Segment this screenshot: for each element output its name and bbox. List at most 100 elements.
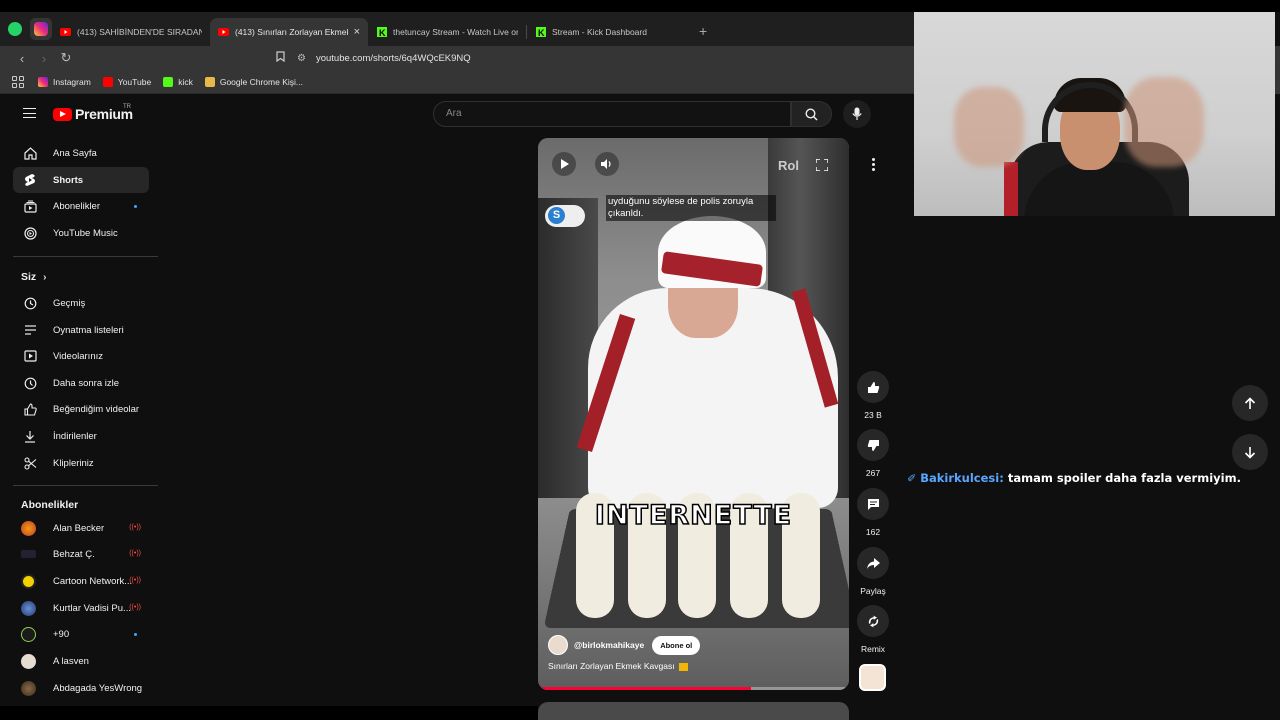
next-short-preview[interactable]	[538, 702, 849, 720]
remix-label: Remix	[860, 644, 886, 654]
scissors-icon	[23, 456, 37, 470]
video-caption-top: uyduğunu söylese de polis zoruyla çıkanl…	[606, 195, 776, 221]
sidebar-item-label: Videolarınız	[53, 350, 103, 362]
sidebar-item-shorts[interactable]: Shorts	[13, 167, 149, 193]
video-title-row[interactable]: Sınırları Zorlayan Ekmek Kavgası	[548, 661, 688, 671]
sidebar-item-youtube-music[interactable]: YouTube Music	[13, 220, 149, 246]
avatar	[21, 680, 36, 696]
remix-button[interactable]: Remix	[853, 605, 893, 654]
thumbs-up-icon	[867, 381, 879, 393]
tab-2-active[interactable]: (413) Sınırları Zorlayan Ekmek Ka ×	[210, 18, 368, 46]
emoji-icon	[678, 662, 688, 671]
channel-avatar[interactable]	[548, 635, 568, 655]
comments-button[interactable]: 162	[853, 488, 893, 537]
bookmark-icon[interactable]	[276, 51, 285, 65]
pinned-whatsapp-tab[interactable]	[4, 18, 26, 40]
tab-3[interactable]: K thetuncay Stream - Watch Live on Kic	[368, 18, 526, 46]
subscription-cartoon-network[interactable]: Cartoon Network... ((•))	[13, 568, 149, 594]
sidebar-item-downloads[interactable]: İndirilenler	[13, 423, 149, 449]
subscription-a-lasven[interactable]: A lasven	[13, 648, 149, 674]
site-settings-icon[interactable]: ⚙	[297, 53, 306, 64]
bookmark-youtube[interactable]: YouTube	[102, 76, 151, 87]
forward-icon[interactable]: ›	[34, 51, 54, 66]
back-icon[interactable]: ‹	[12, 51, 32, 66]
share-button[interactable]: Paylaş	[853, 547, 893, 596]
previous-short-button[interactable]	[1232, 385, 1268, 421]
bookmark-instagram[interactable]: Instagram	[38, 76, 91, 87]
search-button[interactable]	[791, 101, 832, 127]
url-field[interactable]: ⚙ youtube.com/shorts/6q4WQcEK9NQ	[297, 53, 471, 64]
subscription-plus-90[interactable]: +90	[13, 621, 149, 647]
subscription-kurtlar-vadisi[interactable]: Kurtlar Vadisi Pu... ((•))	[13, 595, 149, 621]
reload-icon[interactable]: ↻	[56, 50, 76, 66]
sound-source-avatar[interactable]	[859, 664, 886, 691]
new-content-dot	[134, 205, 137, 208]
sidebar-item-label: Cartoon Network...	[53, 575, 133, 587]
url-text: youtube.com/shorts/6q4WQcEK9NQ	[315, 52, 471, 64]
dislike-button[interactable]: 267	[853, 429, 893, 478]
next-short-button[interactable]	[1232, 434, 1268, 470]
youtube-icon	[102, 76, 113, 87]
bookmark-kick[interactable]: kick	[163, 76, 193, 87]
sidebar-divider	[13, 485, 158, 486]
progress-bar[interactable]	[542, 687, 845, 690]
you-section-header[interactable]: Siz ›	[21, 271, 46, 283]
avatar	[21, 520, 36, 536]
like-count: 23 B	[864, 410, 882, 420]
bookmark-chrome-folder[interactable]: Google Chrome Kişi...	[204, 76, 303, 87]
share-icon	[866, 557, 880, 569]
sidebar-item-label: Ana Sayfa	[53, 147, 97, 159]
pinned-instagram-tab[interactable]	[30, 18, 52, 40]
play-button[interactable]	[552, 152, 576, 176]
sidebar-item-label: Alan Becker	[53, 522, 105, 534]
volume-button[interactable]	[595, 152, 619, 176]
menu-icon[interactable]	[23, 108, 36, 118]
kick-icon	[163, 76, 174, 87]
clock-icon	[23, 376, 37, 390]
thumbs-up-icon	[23, 402, 37, 416]
search-icon	[805, 107, 818, 121]
subscription-behzat[interactable]: Behzat Ç. ((•))	[13, 541, 149, 567]
thumbs-down-icon	[867, 439, 879, 451]
subscription-abdagada[interactable]: Abdagada YesWrong	[13, 675, 149, 701]
browser-menu-strip	[1275, 46, 1280, 94]
webcam-hand	[1124, 77, 1204, 167]
like-button[interactable]: 23 B	[853, 371, 893, 420]
shorts-player[interactable]: Rol uyduğunu söylese de polis zoruyla çı…	[538, 138, 849, 690]
more-options-icon[interactable]	[862, 153, 884, 175]
youtube-icon	[218, 27, 229, 38]
chevron-right-icon: ›	[43, 272, 47, 283]
tab-strip: (413) SAHİBİNDEN'DE SIRADAN BİR (413) Sı…	[0, 12, 914, 46]
bookmark-label: Google Chrome Kişi...	[219, 76, 303, 87]
search-input[interactable]: Ara	[433, 101, 791, 127]
subscription-alan-becker[interactable]: Alan Becker ((•))	[13, 515, 149, 541]
voice-search-button[interactable]	[843, 100, 871, 128]
new-tab-button[interactable]: +	[699, 23, 707, 39]
sidebar-item-liked-videos[interactable]: Beğendiğim videolar	[13, 396, 149, 422]
tab-4[interactable]: K Stream - Kick Dashboard	[527, 18, 685, 46]
sidebar-item-playlists[interactable]: Oynatma listeleri	[13, 317, 149, 343]
sidebar-item-watch-later[interactable]: Daha sonra izle	[13, 370, 149, 396]
sidebar-item-clips[interactable]: Klipleriniz	[13, 450, 149, 476]
sidebar-item-subscriptions[interactable]: Abonelikler	[13, 193, 149, 219]
close-tab-icon[interactable]: ×	[354, 26, 360, 38]
you-section-title: Siz	[21, 271, 37, 283]
avatar	[21, 573, 36, 589]
webcam-hand	[954, 87, 1024, 167]
bookmark-label: kick	[178, 76, 193, 87]
youtube-logo[interactable]: Premium TR	[53, 104, 133, 122]
tab-1[interactable]: (413) SAHİBİNDEN'DE SIRADAN BİR	[52, 18, 210, 46]
sidebar-item-history[interactable]: Geçmiş	[13, 290, 149, 316]
channel-name[interactable]: @birlokmahikaye	[574, 640, 644, 650]
sidebar-item-label: Geçmiş	[53, 297, 86, 309]
shorts-icon	[23, 173, 37, 187]
fullscreen-icon[interactable]	[815, 158, 829, 172]
instagram-icon	[38, 76, 48, 87]
dislike-count: 267	[865, 468, 881, 478]
subscribe-button[interactable]: Abone ol	[652, 635, 701, 655]
apps-icon[interactable]	[12, 75, 24, 88]
sidebar-item-home[interactable]: Ana Sayfa	[13, 140, 149, 166]
sidebar-item-your-videos[interactable]: Videolarınız	[13, 343, 149, 369]
svg-text:K: K	[538, 28, 545, 37]
webcam-chair-accent	[1004, 162, 1018, 216]
